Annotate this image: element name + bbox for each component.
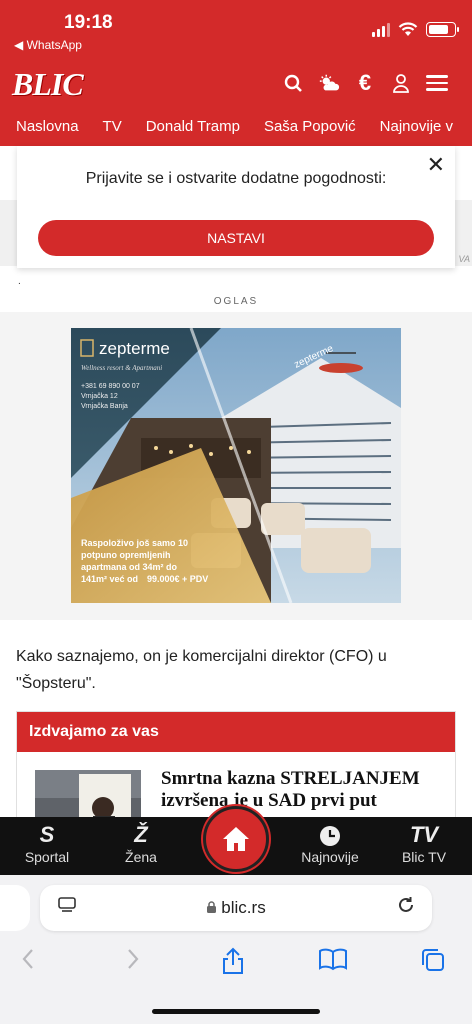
share-icon[interactable] bbox=[221, 947, 245, 982]
reload-icon[interactable] bbox=[396, 895, 416, 921]
forward-arrow-icon[interactable] bbox=[125, 947, 141, 978]
bottom-nav-label: Najnovije bbox=[301, 849, 359, 865]
lock-icon bbox=[207, 901, 217, 913]
tv-icon: TV bbox=[409, 822, 439, 847]
sportal-icon: S bbox=[39, 822, 55, 847]
featured-heading: Izdvajamo za vas bbox=[17, 712, 455, 752]
user-icon[interactable] bbox=[390, 72, 412, 94]
battery-icon bbox=[426, 22, 459, 37]
status-icons bbox=[372, 22, 459, 37]
refresh-search-icon[interactable] bbox=[282, 72, 304, 94]
cellular-signal-icon bbox=[372, 22, 390, 37]
bottom-nav-blic-tv[interactable]: TV Blic TV bbox=[379, 821, 469, 865]
weather-icon[interactable] bbox=[318, 72, 340, 94]
bookmarks-icon[interactable] bbox=[318, 947, 348, 978]
ad-banner[interactable]: zepterme Wellness resort & Apartmani +38… bbox=[71, 328, 401, 603]
background-strip-right: VA bbox=[455, 200, 472, 266]
tabs-icon[interactable] bbox=[420, 947, 446, 980]
nav-item-najnovije[interactable]: Najnovije v bbox=[380, 118, 453, 135]
ad-street: Vrnjačka 12 bbox=[81, 393, 118, 400]
bottom-nav-najnovije[interactable]: Najnovije bbox=[285, 821, 375, 865]
ad-copy-line-3: apartmana od 34m² do bbox=[81, 562, 178, 572]
nav-item-donald-tramp[interactable]: Donald Tramp bbox=[146, 118, 240, 135]
blic-logo[interactable]: BLIC bbox=[12, 66, 84, 103]
back-to-whatsapp[interactable]: ◀ WhatsApp bbox=[14, 38, 82, 52]
home-indicator[interactable] bbox=[152, 1009, 320, 1014]
hamburger-menu-icon[interactable] bbox=[426, 72, 448, 94]
ad-copy-line-4: 141m² već od bbox=[81, 574, 138, 584]
header-icons: € bbox=[282, 70, 448, 95]
ad-label: OGLAS bbox=[213, 296, 259, 307]
ad-copy-line-2: potpuno opremljenih bbox=[81, 550, 171, 560]
address-bar[interactable]: blic.rs bbox=[40, 885, 432, 931]
article-paragraph: Kako saznajemo, on je komercijalni direk… bbox=[16, 648, 387, 692]
site-header: 19:18 ◀ WhatsApp BLIC € Naslovna TV Dona… bbox=[0, 0, 472, 146]
background-strip-left bbox=[0, 200, 17, 266]
nav-item-tv[interactable]: TV bbox=[103, 118, 122, 135]
home-icon bbox=[223, 827, 249, 851]
ad-city: Vrnjačka Banja bbox=[81, 403, 128, 410]
ad-phone: +381 69 890 00 07 bbox=[81, 383, 140, 390]
ad-copy-price: 99.000€ + PDV bbox=[147, 574, 208, 584]
nav-item-naslovna[interactable]: Naslovna bbox=[16, 118, 79, 135]
bottom-nav-label: Žena bbox=[125, 849, 157, 865]
status-time: 19:18 bbox=[64, 12, 113, 33]
zena-icon: Ž bbox=[134, 822, 148, 847]
ad-copy-line-1: Raspoloživo još samo 10 bbox=[81, 538, 188, 548]
home-button[interactable] bbox=[203, 806, 269, 872]
login-prompt-text: Prijavite se i ostvarite dodatne pogodno… bbox=[85, 170, 387, 187]
ad-image: zepterme Wellness resort & Apartmani +38… bbox=[71, 328, 401, 603]
ad-brand: zepterme bbox=[99, 339, 170, 358]
ad-tagline: Wellness resort & Apartmani bbox=[81, 364, 162, 372]
bottom-nav-label: Blic TV bbox=[401, 849, 447, 865]
continue-button[interactable]: NASTAVI bbox=[38, 220, 434, 256]
url-display[interactable]: blic.rs bbox=[40, 898, 432, 918]
bottom-nav-label: Sportal bbox=[24, 849, 70, 865]
text-fragment: . bbox=[18, 276, 21, 287]
nav-item-sasa-popovic[interactable]: Saša Popović bbox=[264, 118, 356, 135]
bottom-nav-sportal[interactable]: S Sportal bbox=[2, 821, 92, 865]
login-prompt: ✕ Prijavite se i ostvarite dodatne pogod… bbox=[17, 146, 455, 268]
previous-tab-pill[interactable] bbox=[0, 885, 30, 931]
main-nav: Naslovna TV Donald Tramp Saša Popović Na… bbox=[16, 118, 453, 135]
browser-chrome: blic.rs bbox=[0, 875, 472, 1024]
browser-toolbar bbox=[0, 947, 472, 977]
url-text: blic.rs bbox=[221, 898, 266, 917]
bottom-nav-zena[interactable]: Ž Žena bbox=[96, 821, 186, 865]
back-arrow-icon[interactable] bbox=[20, 947, 36, 978]
currency-euro-icon[interactable]: € bbox=[354, 70, 376, 95]
featured-article-title[interactable]: Smrtna kazna STRELJANJEM izvršena je u S… bbox=[161, 768, 451, 812]
clock-icon bbox=[285, 821, 375, 849]
wifi-icon bbox=[398, 22, 418, 36]
